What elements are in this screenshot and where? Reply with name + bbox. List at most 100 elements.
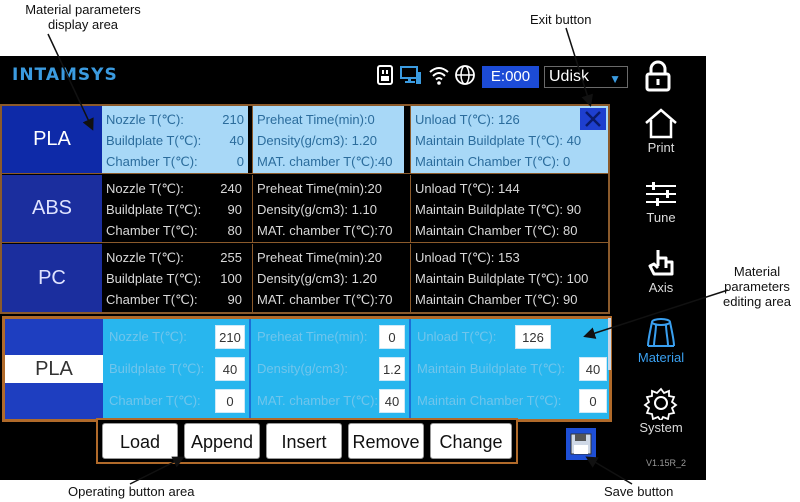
annotation-display-area: Material parameters display area [25, 2, 141, 32]
param-value: 20 [367, 250, 383, 265]
unload-temp-field[interactable]: 126 [515, 325, 551, 349]
param-value: 90 [566, 202, 582, 217]
param-label: Preheat Time(min): [257, 112, 368, 127]
nav-print[interactable]: Print [626, 106, 696, 172]
globe-icon [455, 65, 475, 85]
param-label: Chamber T(℃): [106, 223, 198, 238]
material-row-pla[interactable]: PLA Nozzle T(℃): 210 Buildplate T(℃): 40 C… [2, 106, 608, 174]
annotation-editing-area: Material parameters editing area [723, 264, 791, 309]
param-value: 100 [220, 271, 242, 286]
param-value: 126 [498, 112, 520, 127]
param-label: Density(g/cm3): [257, 271, 349, 286]
param-label: Unload T(℃): [415, 181, 495, 196]
material-name: PLA [2, 106, 102, 173]
annotation-operating-area: Operating button area [68, 484, 195, 499]
material-name: PC [2, 244, 102, 312]
floppy-disk-icon [570, 433, 592, 455]
dropdown-caret-icon: ▼ [609, 72, 621, 86]
filament-icon [647, 318, 675, 347]
buildplate-temp-field[interactable]: 40 [215, 357, 245, 381]
param-label: Chamber T(℃): [106, 292, 198, 307]
edit-label: Density(g/cm3): [257, 361, 349, 376]
param-value: 0 [236, 154, 244, 169]
editor-scrollbar[interactable] [608, 318, 611, 370]
exit-button[interactable] [580, 108, 606, 130]
mat-chamber-temp-field[interactable]: 40 [379, 389, 405, 413]
param-label: Preheat Time(min): [257, 181, 368, 196]
density-field[interactable]: 1.2 [379, 357, 405, 381]
printer-screen: INTAMSYS E:000 Udisk ▼ PLA Nozzle T(℃): … [0, 56, 706, 480]
nav-label: Tune [646, 210, 676, 225]
material-row-pc[interactable]: PC Nozzle T(℃): 255 Buildplate T(℃): 100 C… [2, 244, 608, 312]
preheat-time-field[interactable]: 0 [379, 325, 405, 349]
edit-label: Chamber T(℃): [109, 393, 201, 408]
param-value: 100 [566, 271, 589, 286]
nozzle-temp-field[interactable]: 210 [215, 325, 245, 349]
append-button[interactable]: Append [184, 423, 260, 459]
change-button[interactable]: Change [430, 423, 512, 459]
param-label: Buildplate T(℃): [106, 202, 202, 217]
param-value: 70 [378, 223, 393, 238]
maintain-buildplate-temp-field[interactable]: 40 [579, 357, 607, 381]
param-label: Maintain Buildplate T(℃): [415, 271, 564, 286]
chamber-temp-field[interactable]: 0 [215, 389, 245, 413]
gear-icon [643, 387, 678, 420]
nav-system[interactable]: System [626, 386, 696, 452]
param-value: 0 [367, 112, 375, 127]
param-label: MAT. chamber T(℃): [257, 292, 379, 307]
param-label: Buildplate T(℃): [106, 133, 202, 148]
nav-axis[interactable]: Axis [626, 246, 696, 312]
storage-select[interactable]: Udisk ▼ [544, 66, 628, 88]
param-label: Maintain Buildplate T(℃): [415, 202, 564, 217]
sidebar-nav: Print Tune Axis Material System [626, 102, 696, 480]
load-button[interactable]: Load [102, 423, 178, 459]
param-value: 210 [222, 112, 244, 127]
edit-label: Maintain Buildplate T(℃): [417, 361, 566, 376]
param-label: Nozzle T(℃): [106, 250, 184, 265]
edit-label: Unload T(℃): [417, 329, 497, 344]
material-parameters-editing-area: PLA Nozzle T(℃): 210 Buildplate T(℃): 40 C… [2, 316, 612, 422]
param-label: Density(g/cm3): [257, 133, 349, 148]
edit-name-area: PLA [5, 319, 103, 419]
material-row-abs[interactable]: ABS Nozzle T(℃): 240 Buildplate T(℃): 90 C… [2, 175, 608, 243]
error-code-display: E:000 [482, 66, 539, 88]
param-value: 144 [498, 181, 520, 196]
param-label: Unload T(℃): [415, 250, 495, 265]
material-name: ABS [2, 175, 102, 242]
param-label: Preheat Time(min): [257, 250, 368, 265]
param-label: Nozzle T(℃): [106, 112, 184, 127]
monitor-icon [400, 66, 421, 84]
edit-label: Buildplate T(℃): [109, 361, 205, 376]
param-value: 240 [220, 181, 242, 196]
nav-material[interactable]: Material [626, 316, 696, 382]
param-value: 80 [563, 223, 578, 238]
param-value: 40 [378, 154, 393, 169]
param-value: 255 [220, 250, 242, 265]
param-label: Nozzle T(℃): [106, 181, 184, 196]
param-value: 90 [227, 292, 242, 307]
remove-button[interactable]: Remove [348, 423, 424, 459]
param-value: 1.20 [351, 271, 377, 286]
insert-button[interactable]: Insert [266, 423, 342, 459]
lock-icon[interactable] [644, 60, 672, 92]
param-label: Maintain Chamber T(℃): [415, 223, 560, 238]
edit-label: Nozzle T(℃): [109, 329, 187, 344]
param-label: Maintain Chamber T(℃): [415, 154, 560, 169]
firmware-version: V1.15R_2 [646, 458, 687, 468]
param-value: 90 [227, 202, 242, 217]
param-label: Maintain Chamber T(℃): [415, 292, 560, 307]
param-value: 90 [563, 292, 578, 307]
nav-label: Axis [648, 280, 674, 295]
param-value: 70 [378, 292, 393, 307]
nav-tune[interactable]: Tune [626, 176, 696, 242]
param-value: 1.10 [351, 202, 377, 217]
wifi-icon [429, 67, 449, 85]
material-parameters-display-area: PLA Nozzle T(℃): 210 Buildplate T(℃): 40 C… [0, 104, 610, 314]
edit-label: Maintain Chamber T(℃): [417, 393, 562, 408]
save-button[interactable] [566, 428, 596, 460]
home-icon [645, 108, 677, 139]
nav-label: System [639, 420, 683, 435]
material-name-field[interactable]: PLA [5, 355, 103, 383]
nav-label: Material [637, 350, 685, 365]
maintain-chamber-temp-field[interactable]: 0 [579, 389, 607, 413]
